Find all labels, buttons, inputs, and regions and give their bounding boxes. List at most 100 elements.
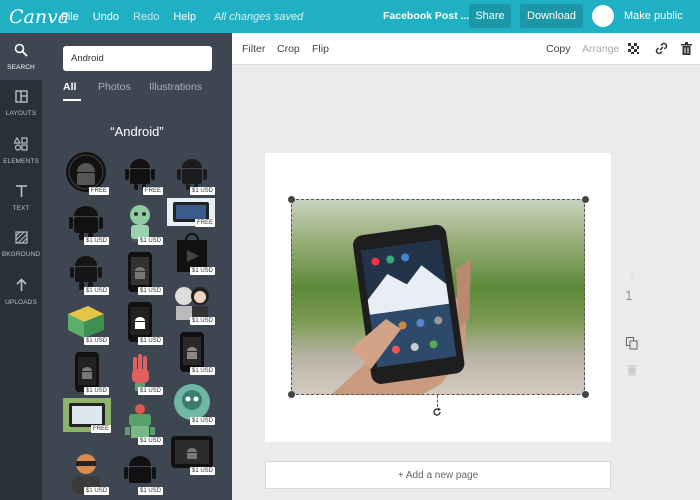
resize-handle-bottom-right[interactable] — [582, 391, 589, 398]
flip-button[interactable]: Flip — [312, 43, 329, 55]
background-icon — [14, 231, 28, 247]
rail-item-uploads[interactable]: UPLOADS — [0, 268, 42, 315]
rail-item-text[interactable]: TEXT — [0, 174, 42, 221]
result-item[interactable]: $1 USD — [63, 449, 109, 495]
editor-toolbar: Filter Crop Flip Copy Arrange — [232, 33, 700, 65]
result-item[interactable]: $1 USD — [117, 449, 163, 495]
result-item[interactable]: $1 USD — [63, 349, 109, 395]
price-badge: $1 USD — [137, 287, 163, 295]
result-item[interactable]: FREE — [63, 149, 109, 195]
menu-undo[interactable]: Undo — [93, 11, 119, 23]
price-badge: FREE — [194, 219, 215, 227]
rotate-handle-icon[interactable] — [432, 407, 442, 420]
result-item[interactable]: $1 USD — [63, 249, 109, 295]
rail-item-background[interactable]: BKGROUND — [0, 221, 42, 268]
result-item[interactable]: FREE — [167, 197, 215, 227]
link-icon[interactable] — [655, 42, 668, 58]
resize-handle-bottom-left[interactable] — [288, 391, 295, 398]
crop-button[interactable]: Crop — [277, 43, 300, 55]
price-badge: $1 USD — [189, 187, 215, 195]
rail-label: LAYOUTS — [5, 110, 37, 117]
save-status: All changes saved — [213, 10, 304, 23]
result-item[interactable]: $1 USD — [169, 379, 215, 425]
price-badge: $1 USD — [83, 387, 109, 395]
search-icon — [14, 43, 28, 60]
filter-button[interactable]: Filter — [242, 43, 265, 55]
resize-handle-top-right[interactable] — [582, 196, 589, 203]
result-item[interactable]: $1 USD — [169, 329, 215, 375]
arrange-button[interactable]: Arrange — [582, 43, 619, 55]
move-up-icon[interactable]: ⋮ — [622, 270, 642, 280]
add-page-button[interactable]: + Add a new page — [265, 461, 611, 489]
result-item[interactable]: $1 USD — [117, 399, 163, 445]
rail-item-layouts[interactable]: LAYOUTS — [0, 80, 42, 127]
rail-label: BKGROUND — [1, 251, 41, 258]
filter-illustrations[interactable]: Illustrations — [149, 81, 202, 93]
duplicate-page-icon[interactable] — [626, 337, 638, 353]
elements-icon — [12, 136, 28, 154]
result-item[interactable]: $1 USD — [169, 229, 215, 275]
price-badge: $1 USD — [189, 367, 215, 375]
canva-logo[interactable]: Canva — [9, 6, 69, 28]
result-item[interactable]: $1 USD — [169, 279, 215, 325]
price-badge: $1 USD — [83, 237, 109, 245]
rail-label: SEARCH — [7, 63, 35, 71]
search-input[interactable] — [63, 46, 212, 71]
filter-tabs: All Photos Illustrations — [63, 81, 202, 93]
menu-file[interactable]: File — [61, 11, 79, 23]
copy-button[interactable]: Copy — [546, 43, 571, 55]
active-filter-indicator — [63, 99, 81, 101]
text-icon — [15, 184, 28, 201]
result-item[interactable]: $1 USD — [169, 149, 215, 195]
price-badge: FREE — [88, 187, 109, 195]
result-item[interactable]: $1 USD — [117, 199, 163, 245]
uploads-icon — [15, 277, 28, 295]
price-badge: $1 USD — [137, 437, 163, 445]
result-item[interactable]: $1 USD — [117, 349, 163, 395]
price-badge: FREE — [90, 425, 111, 433]
price-badge: $1 USD — [189, 267, 215, 275]
filter-photos[interactable]: Photos — [98, 81, 149, 93]
result-item[interactable]: $1 USD — [63, 299, 109, 345]
price-badge: $1 USD — [137, 387, 163, 395]
menu-help[interactable]: Help — [173, 11, 196, 23]
menu-redo[interactable]: Redo — [133, 11, 159, 23]
rotate-connector — [437, 395, 438, 407]
price-badge: $1 USD — [189, 317, 215, 325]
price-badge: $1 USD — [137, 337, 163, 345]
page-number: 1 — [625, 287, 633, 303]
layouts-icon — [14, 90, 28, 106]
resize-handle-top-left[interactable] — [288, 196, 295, 203]
rail-item-search[interactable]: SEARCH — [0, 33, 42, 80]
download-button[interactable]: Download — [520, 4, 583, 28]
search-panel: All Photos Illustrations “Android” FREE … — [42, 33, 232, 500]
result-item[interactable]: FREE — [117, 149, 163, 195]
price-badge: $1 USD — [189, 467, 215, 475]
price-badge: $1 USD — [83, 287, 109, 295]
document-title[interactable]: Facebook Post ... — [383, 10, 469, 22]
result-item[interactable]: $1 USD — [169, 429, 215, 475]
price-badge: $1 USD — [137, 237, 163, 245]
left-rail: SEARCH LAYOUTS ELEMENTS TEXT BKGROUND UP… — [0, 33, 42, 500]
make-public-toggle[interactable] — [592, 5, 614, 27]
filter-all[interactable]: All — [63, 81, 98, 93]
result-item[interactable]: $1 USD — [117, 249, 163, 295]
transparency-icon[interactable] — [628, 42, 639, 57]
price-badge: $1 USD — [137, 487, 163, 495]
make-public-label: Make public — [624, 10, 683, 22]
rail-label: ELEMENTS — [3, 157, 39, 165]
result-item[interactable]: $1 USD — [117, 299, 163, 345]
price-badge: $1 USD — [189, 417, 215, 425]
delete-page-icon[interactable] — [627, 364, 637, 379]
result-item[interactable]: FREE — [63, 397, 111, 433]
top-bar: Canva File Undo Redo Help All changes sa… — [0, 0, 700, 33]
selection-frame — [291, 199, 585, 395]
price-badge: FREE — [142, 187, 163, 195]
rail-label: UPLOADS — [5, 298, 37, 306]
result-item[interactable]: $1 USD — [63, 199, 109, 245]
page-side-tools: ⋮ — [622, 270, 642, 280]
trash-icon[interactable] — [681, 42, 692, 58]
share-button[interactable]: Share — [469, 4, 511, 28]
rail-item-elements[interactable]: ELEMENTS — [0, 127, 42, 174]
price-badge: $1 USD — [83, 337, 109, 345]
